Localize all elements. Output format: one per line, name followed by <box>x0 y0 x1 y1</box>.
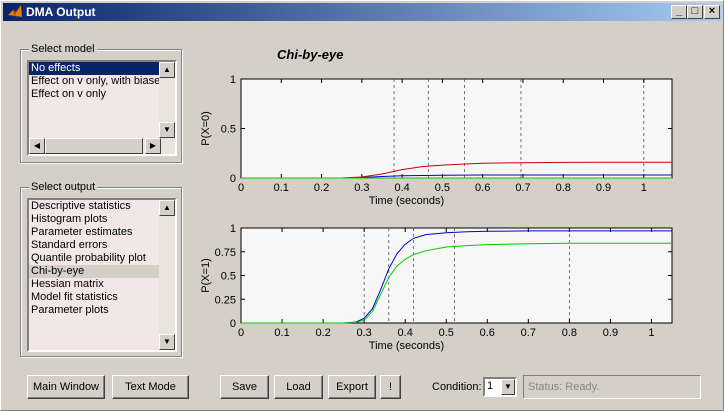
minimize-icon[interactable]: _ <box>671 5 687 19</box>
title-bar[interactable]: DMA Output _ □ × <box>3 3 721 21</box>
select-output-group: Select output Descriptive statistics Hist… <box>20 181 182 357</box>
x-tick-label: 0.2 <box>315 327 330 339</box>
list-item[interactable]: Chi-by-eye <box>29 265 161 278</box>
y-tick-label: 0.5 <box>221 271 236 283</box>
scroll-down-icon[interactable]: ▼ <box>159 334 175 350</box>
y-tick-label: 0 <box>230 318 236 330</box>
plot-title: Chi-by-eye <box>277 47 344 62</box>
x-tick-label: 1 <box>641 182 647 194</box>
list-item[interactable]: Standard errors <box>29 239 161 252</box>
export-button[interactable]: Export <box>328 375 376 399</box>
load-button[interactable]: Load <box>274 375 323 399</box>
select-model-label: Select model <box>29 43 97 55</box>
scroll-down-icon[interactable]: ▼ <box>159 122 175 138</box>
select-output-label: Select output <box>29 181 98 193</box>
plot-frame <box>240 227 673 324</box>
condition-value: 1 <box>487 380 494 392</box>
window-title: DMA Output <box>26 5 96 19</box>
save-button[interactable]: Save <box>220 375 269 399</box>
x-tick-label: 0.8 <box>562 327 577 339</box>
scroll-up-icon[interactable]: ▲ <box>159 62 175 78</box>
y-tick-label: 1 <box>230 74 236 86</box>
list-item[interactable]: Effect on v only <box>29 88 161 101</box>
close-icon[interactable]: × <box>704 5 720 19</box>
condition-label: Condition: <box>432 381 482 393</box>
scroll-up-icon[interactable]: ▲ <box>159 200 175 216</box>
chart-1: 0 0.1 0.2 0.3 0.4 0.5 0.6 0.7 0.8 0.9 1 0 0.5 1 Time (… <box>200 74 673 207</box>
list-item[interactable]: Model fit statistics <box>29 291 161 304</box>
x-tick-label: 0.7 <box>515 182 530 194</box>
chart-2: 0 0.1 0.2 0.3 0.4 0.5 0.6 0.7 0.8 0.9 1 0 0.25 0.5 0.7… <box>200 223 673 352</box>
dma-output-window: DMA Output _ □ × Select model No effects… <box>0 0 724 411</box>
list-item[interactable]: Parameter estimates <box>29 226 161 239</box>
y-tick-label: 0.5 <box>221 124 236 136</box>
x-tick-label: 0 <box>238 182 244 194</box>
model-listbox[interactable]: No effects Effect on v only, with biase Ef… <box>27 60 177 156</box>
list-item[interactable]: No effects <box>29 62 161 75</box>
scroll-left-icon[interactable]: ◀ <box>29 138 45 154</box>
list-item[interactable]: Parameter plots <box>29 304 161 317</box>
chevron-down-icon[interactable]: ▼ <box>501 379 515 395</box>
x-tick-label: 0.3 <box>354 182 369 194</box>
x-tick-label: 0.9 <box>596 182 611 194</box>
list-item[interactable]: Quantile probability plot <box>29 252 161 265</box>
chart-area: 0 0.1 0.2 0.3 0.4 0.5 0.6 0.7 0.8 0.9 1 0 0.5 1 Time (… <box>200 74 673 352</box>
model-hscroll[interactable]: ◀ ▶ <box>29 138 175 154</box>
x-tick-label: 0.6 <box>475 182 490 194</box>
x-tick-label: 0.7 <box>521 327 536 339</box>
matlab-logo-icon <box>8 5 22 17</box>
scroll-right-icon[interactable]: ▶ <box>145 138 161 154</box>
x-tick-label: 0.5 <box>439 327 454 339</box>
x-tick-label: 0.4 <box>394 182 409 194</box>
x-tick-label: 0.1 <box>274 182 289 194</box>
condition-select[interactable]: 1 ▼ <box>483 377 517 397</box>
y-tick-label: 0.75 <box>215 247 236 259</box>
y-axis-label: P(X=0) <box>200 111 212 146</box>
y-tick-label: 1 <box>230 223 236 235</box>
y-axis-label: P(X=1) <box>200 258 212 293</box>
list-item[interactable]: Descriptive statistics <box>29 200 161 213</box>
x-tick-label: 0.5 <box>435 182 450 194</box>
y-tick-label: 0.25 <box>215 294 236 306</box>
maximize-icon[interactable]: □ <box>687 5 703 19</box>
text-mode-button[interactable]: Text Mode <box>112 375 189 399</box>
x-tick-label: 0.2 <box>314 182 329 194</box>
x-tick-label: 0.8 <box>556 182 571 194</box>
x-tick-label: 0.1 <box>274 327 289 339</box>
plot-frame <box>240 78 673 179</box>
x-axis-label: Time (seconds) <box>369 340 444 352</box>
x-tick-label: 1 <box>648 327 654 339</box>
x-axis-label: Time (seconds) <box>369 195 444 207</box>
output-vscroll[interactable]: ▲ ▼ <box>159 200 175 350</box>
main-window-button[interactable]: Main Window <box>27 375 105 399</box>
list-item[interactable]: Hessian matrix <box>29 278 161 291</box>
x-tick-label: 0.3 <box>356 327 371 339</box>
output-listbox[interactable]: Descriptive statistics Histogram plots Par… <box>27 198 177 352</box>
x-tick-label: 0.6 <box>480 327 495 339</box>
bang-button[interactable]: ! <box>380 375 401 399</box>
x-tick-label: 0.4 <box>398 327 413 339</box>
hscroll-thumb[interactable] <box>45 138 143 154</box>
list-item[interactable]: Histogram plots <box>29 213 161 226</box>
y-tick-label: 0 <box>230 173 236 185</box>
model-vscroll[interactable]: ▲ ▼ <box>159 62 175 138</box>
list-item[interactable]: Effect on v only, with biase <box>29 75 161 88</box>
x-tick-label: 0 <box>238 327 244 339</box>
x-tick-label: 0.9 <box>603 327 618 339</box>
status-field: Status: Ready. <box>523 375 701 399</box>
select-model-group: Select model No effects Effect on v only,… <box>20 43 182 163</box>
